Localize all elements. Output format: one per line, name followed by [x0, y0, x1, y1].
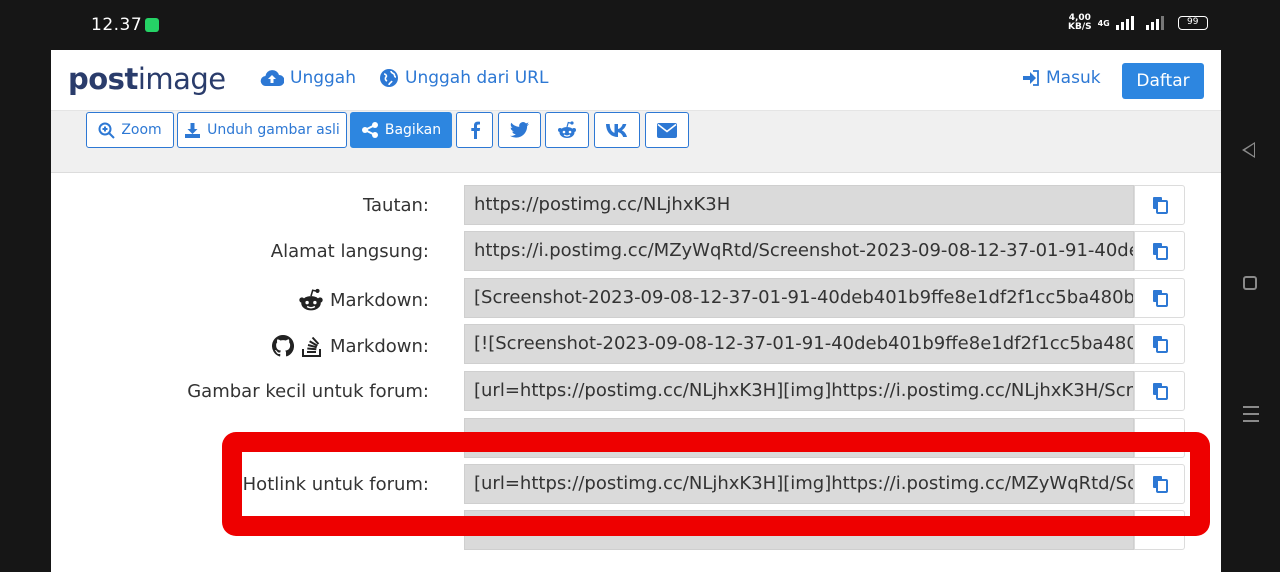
status-icons: 4,00 KB/S 4G 99 [1068, 14, 1208, 32]
home-icon[interactable] [1243, 276, 1257, 290]
zoom-button[interactable]: Zoom [86, 112, 174, 148]
row-label: Markdown: [271, 334, 429, 358]
copy-icon [1152, 243, 1168, 260]
facebook-icon [470, 121, 480, 139]
reddit-share-button[interactable] [545, 112, 589, 148]
postimage-logo[interactable]: postimage [68, 62, 226, 96]
signal-icon-2 [1145, 16, 1164, 30]
status-time: 12.37 [91, 15, 143, 35]
tautan-field[interactable]: https://postimg.cc/NLjhxK3H [464, 185, 1134, 225]
markdown-github-field[interactable]: [![Screenshot-2023-09-08-12-37-01-91-40d… [464, 324, 1134, 364]
globe-icon [380, 69, 398, 87]
link-row-forum-thumbnail: Gambar kecil untuk forum: [url=https://p… [51, 371, 1221, 411]
stack-overflow-icon [301, 336, 321, 357]
vk-icon [606, 123, 627, 137]
row-label: Gambar kecil untuk forum: [187, 381, 429, 402]
copy-icon [1152, 336, 1168, 353]
signal-icon [1115, 16, 1134, 30]
red-highlight-box [222, 432, 1210, 536]
login-link[interactable]: Masuk [1022, 68, 1101, 88]
direct-link-field[interactable]: https://i.postimg.cc/MZyWqRtd/Screenshot… [464, 231, 1134, 271]
twitter-icon [510, 122, 529, 138]
link-row-markdown-reddit: Markdown: [Screenshot-2023-09-08-12-37-0… [51, 278, 1221, 318]
download-icon [185, 122, 201, 138]
row-label: Markdown: [298, 288, 429, 312]
zoom-in-icon [98, 122, 116, 139]
vk-share-button[interactable] [594, 112, 640, 148]
link-row-tautan: Tautan: https://postimg.cc/NLjhxK3H [51, 185, 1221, 225]
site-navbar: postimage Unggah Unggah dari URL Masuk D… [51, 50, 1221, 111]
twitter-share-button[interactable] [498, 112, 541, 148]
copy-button[interactable] [1134, 278, 1185, 318]
github-icon [271, 335, 294, 357]
envelope-icon [657, 122, 677, 138]
image-toolbar: Zoom Unduh gambar asli Bagikan [51, 111, 1221, 173]
sign-in-icon [1023, 70, 1039, 86]
battery-icon: 99 [1177, 16, 1208, 30]
upload-url-link[interactable]: Unggah dari URL [379, 68, 548, 88]
status-bar: 12.37 4,00 KB/S 4G 99 [0, 0, 1222, 50]
copy-button[interactable] [1134, 185, 1185, 225]
reddit-icon [558, 121, 576, 138]
copy-button[interactable] [1134, 324, 1185, 364]
row-label: Alamat langsung: [270, 241, 429, 262]
network-speed: 4,00 KB/S [1068, 13, 1092, 32]
register-button[interactable]: Daftar [1122, 63, 1204, 99]
browser-page: postimage Unggah Unggah dari URL Masuk D… [51, 50, 1221, 572]
markdown-reddit-field[interactable]: [Screenshot-2023-09-08-12-37-01-91-40deb… [464, 278, 1134, 318]
reddit-icon [299, 288, 323, 311]
link-row-markdown-github: Markdown: [![Screenshot-2023-09-08-12-37… [51, 324, 1221, 364]
link-row-direct: Alamat langsung: https://i.postimg.cc/MZ… [51, 231, 1221, 271]
network-type: 4G [1097, 18, 1110, 28]
upload-link[interactable]: Unggah [260, 68, 356, 88]
share-icon [361, 122, 378, 138]
phone-screen: 12.37 4,00 KB/S 4G 99 postimage Unggah U… [0, 0, 1280, 572]
copy-icon [1152, 290, 1168, 307]
download-original-button[interactable]: Unduh gambar asli [177, 112, 347, 148]
row-label: Tautan: [362, 195, 429, 216]
copy-icon [1152, 383, 1168, 400]
recent-apps-icon[interactable] [1243, 406, 1259, 427]
share-button[interactable]: Bagikan [350, 112, 452, 148]
copy-button[interactable] [1134, 231, 1185, 271]
facebook-share-button[interactable] [456, 112, 493, 148]
back-icon[interactable] [1242, 142, 1255, 158]
email-share-button[interactable] [645, 112, 689, 148]
forum-thumbnail-field[interactable]: [url=https://postimg.cc/NLjhxK3H][img]ht… [464, 371, 1134, 411]
cloud-upload-icon [260, 70, 284, 87]
copy-icon [1152, 197, 1168, 214]
copy-button[interactable] [1134, 371, 1185, 411]
messaging-app-icon [145, 18, 159, 32]
android-nav-bar [1222, 0, 1280, 572]
